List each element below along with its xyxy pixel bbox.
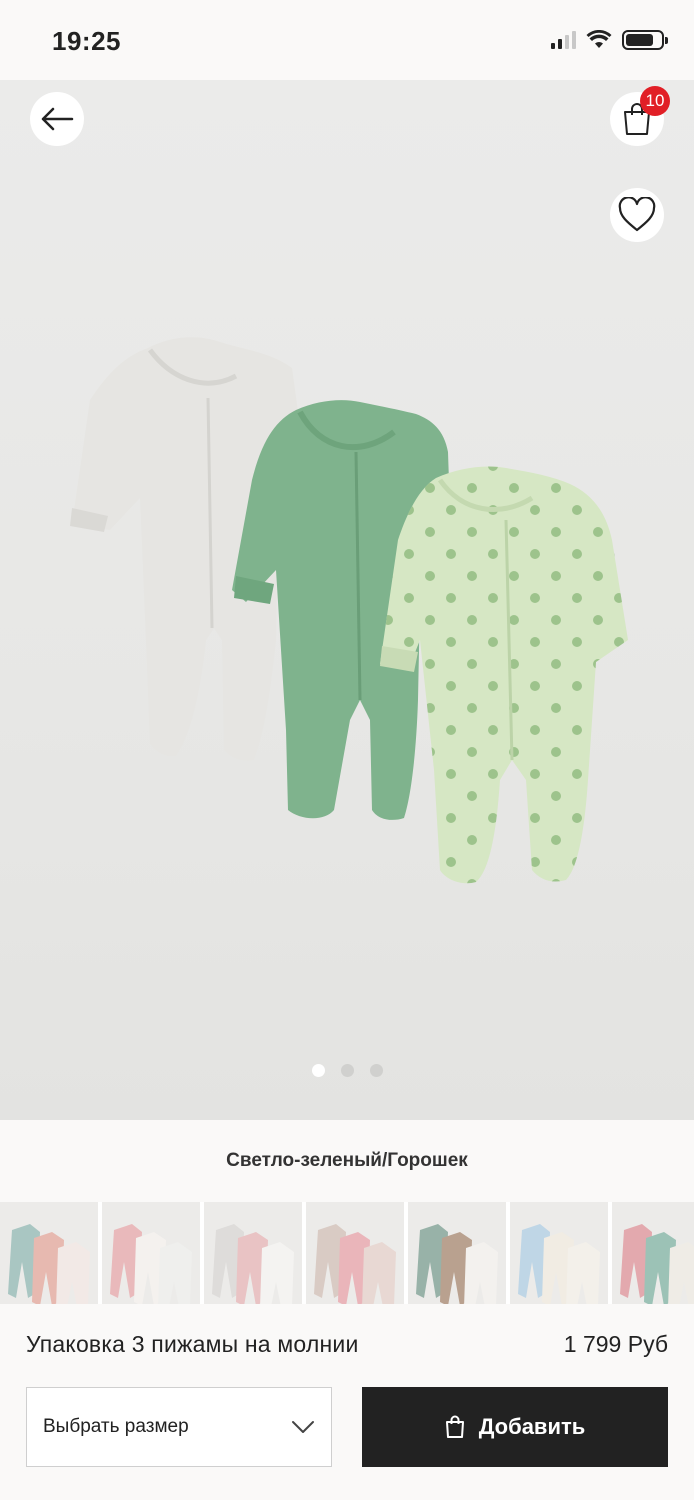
color-swatch-pink-mint-white[interactable] <box>612 1202 694 1304</box>
product-image <box>70 337 628 884</box>
swatch-image <box>620 1224 694 1304</box>
gallery-pagination <box>0 1064 694 1077</box>
swatch-image <box>314 1224 396 1304</box>
arrow-left-icon <box>41 107 74 131</box>
chevron-down-icon <box>292 1421 314 1433</box>
swatch-image <box>212 1224 294 1304</box>
cart-button[interactable]: 10 <box>610 86 670 146</box>
back-button[interactable] <box>30 92 84 146</box>
color-swatch-sage-brown-white[interactable] <box>408 1202 506 1304</box>
color-swatch-pink-white-print[interactable] <box>102 1202 200 1304</box>
status-icons <box>551 30 668 50</box>
color-swatch-beige-pink-print[interactable] <box>306 1202 404 1304</box>
purchase-actions: Выбрать размер Добавить <box>0 1384 694 1500</box>
wifi-icon <box>586 30 612 48</box>
gallery-dot[interactable] <box>369 1064 383 1077</box>
product-info: Упаковка 3 пижамы на молнии 1 799 Руб <box>0 1304 694 1384</box>
product-title: Упаковка 3 пижамы на молнии <box>26 1330 359 1357</box>
product-price: 1 799 Руб <box>563 1330 668 1357</box>
battery-level <box>626 34 654 46</box>
color-swatch-mint-floral-rose[interactable] <box>0 1202 98 1304</box>
swatch-image <box>110 1224 192 1304</box>
heart-icon <box>618 197 656 232</box>
status-bar: 19:25 <box>0 0 694 80</box>
color-swatch-grey-pink-white[interactable] <box>204 1202 302 1304</box>
selected-color-name: Светло-зеленый/Горошек <box>0 1120 694 1202</box>
swatch-image <box>518 1224 600 1304</box>
swatch-image <box>8 1224 90 1304</box>
size-select[interactable]: Выбрать размер <box>26 1387 332 1467</box>
status-time: 19:25 <box>52 26 121 56</box>
color-swatches <box>0 1202 694 1304</box>
product-image-gallery[interactable]: 10 <box>0 80 694 1120</box>
swatch-image <box>416 1224 498 1304</box>
gallery-dot[interactable] <box>340 1064 354 1077</box>
gallery-dot[interactable] <box>311 1064 325 1077</box>
size-select-label: Выбрать размер <box>43 1416 189 1437</box>
favorite-button[interactable] <box>610 188 664 242</box>
cart-count-badge: 10 <box>640 86 670 116</box>
add-to-cart-button[interactable]: Добавить <box>362 1387 668 1467</box>
add-to-cart-label: Добавить <box>478 1414 586 1439</box>
color-swatch-blue-cream-print[interactable] <box>510 1202 608 1304</box>
signal-icon <box>551 31 576 49</box>
battery-icon <box>622 30 668 50</box>
shopping-bag-icon <box>445 1415 464 1438</box>
